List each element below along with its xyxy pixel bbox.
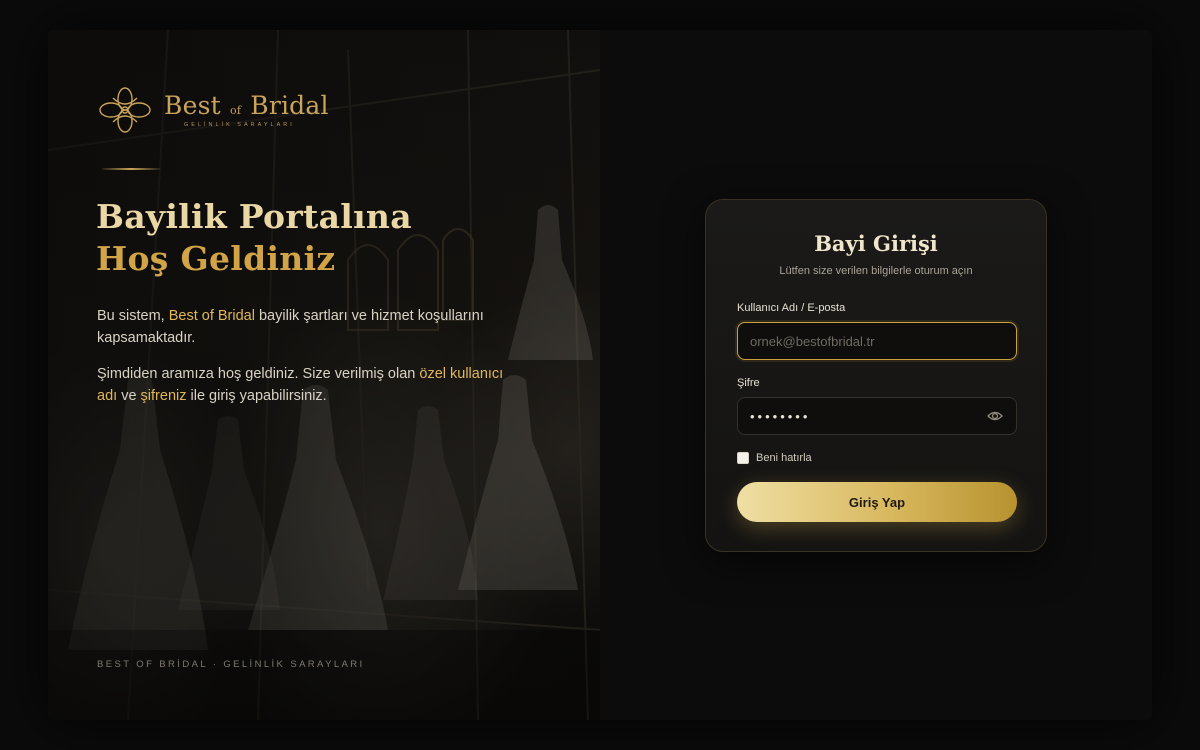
remember-checkbox[interactable] (737, 452, 749, 464)
brand-highlight: Best of Bridal (168, 308, 255, 324)
hero-welcome-paragraph: Şimdiden aramıza hoş geldiniz. Size veri… (97, 366, 504, 404)
login-card: Bayi Girişi Lütfen size verilen bilgiler… (705, 199, 1047, 552)
password-highlight: şifreniz (140, 388, 187, 404)
brand-logo: Best of Bridal GELİNLİK SARAYLARI (96, 86, 329, 134)
username-label: Kullanıcı Adı / E-posta (737, 302, 846, 314)
login-subtitle: Lütfen size verilen bilgilerle oturum aç… (779, 265, 973, 277)
brand-wordmark: Best of Bridal (164, 90, 329, 120)
username-input[interactable] (737, 322, 1017, 360)
gold-divider (102, 168, 160, 170)
hero-panel: Best of Bridal GELİNLİK SARAYLARI Bayili… (48, 30, 600, 720)
logo-flower-icon (99, 87, 151, 133)
password-input[interactable] (737, 397, 1017, 435)
remember-me[interactable]: Beni hatırla (737, 452, 812, 464)
login-button[interactable]: Giriş Yap (737, 482, 1017, 522)
page-frame: Best of Bridal GELİNLİK SARAYLARI Bayili… (48, 30, 1152, 720)
hero-title-line-2: Hoş Geldiniz (96, 239, 336, 278)
login-title: Bayi Girişi (814, 231, 938, 256)
remember-label: Beni hatırla (756, 452, 812, 464)
hero-title-line-1: Bayilik Portalına (96, 197, 412, 236)
eye-icon[interactable] (987, 408, 1003, 424)
hero-intro-paragraph: Bu sistem, Best of Bridal bayilik şartla… (97, 308, 484, 346)
hero-title: Bayilik Portalına Hoş Geldiniz (96, 196, 412, 280)
brand-tagline: GELİNLİK SARAYLARI (184, 121, 295, 128)
password-label: Şifre (737, 377, 760, 389)
hero-footer: BEST OF BRİDAL · GELİNLİK SARAYLARI (97, 659, 365, 670)
